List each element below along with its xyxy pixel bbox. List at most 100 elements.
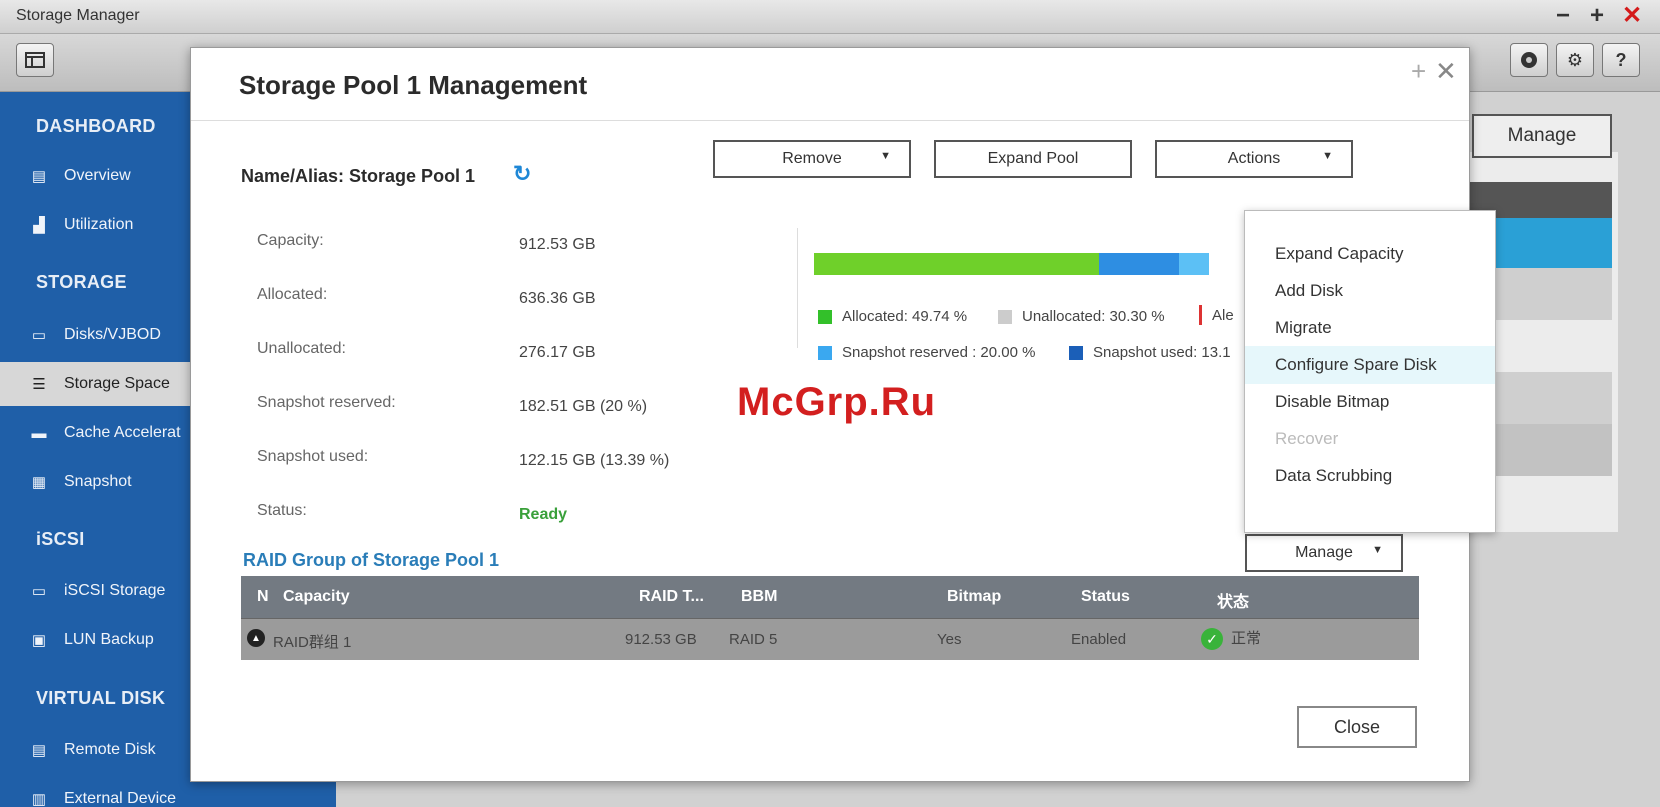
caret-down-icon: ▼ xyxy=(1322,150,1333,162)
caret-down-icon: ▼ xyxy=(880,150,891,162)
legend-swatch xyxy=(1199,305,1202,325)
column-header[interactable]: BBM xyxy=(741,588,777,606)
legend-snapshot-used: Snapshot used: 13.1 xyxy=(1069,344,1231,361)
sidebar-item-label: Cache Accelerat xyxy=(64,424,181,441)
legend-snapshot-reserved: Snapshot reserved : 20.00 % xyxy=(818,344,1035,361)
remote-disk-icon: ▤ xyxy=(31,742,47,759)
column-header[interactable]: RAID T... xyxy=(639,588,704,606)
dialog-maximize-button[interactable]: + xyxy=(1411,56,1426,87)
table-row[interactable]: ▲ RAID群组 1 912.53 GB RAID 5 Yes Enabled … xyxy=(241,618,1419,660)
snapshot-tool-button[interactable] xyxy=(1510,43,1548,77)
column-header[interactable]: N xyxy=(257,588,269,606)
usage-bar-snapshot-reserved xyxy=(1179,253,1209,275)
check-icon: ✓ xyxy=(1201,628,1223,651)
expand-pool-button[interactable]: Expand Pool xyxy=(934,140,1132,178)
info-label: Allocated: xyxy=(257,286,328,303)
legend-label: Unallocated: 30.30 % xyxy=(1022,308,1165,325)
info-label: Snapshot reserved: xyxy=(257,394,396,411)
menu-item-configure-spare-disk[interactable]: Configure Spare Disk xyxy=(1245,346,1495,384)
menu-item-expand-capacity[interactable]: Expand Capacity xyxy=(1245,235,1495,273)
maximize-button[interactable]: + xyxy=(1590,4,1604,28)
disk-icon: ▭ xyxy=(31,327,47,344)
remove-button[interactable]: Remove ▼ xyxy=(713,140,911,178)
legend-label: Snapshot reserved : 20.00 % xyxy=(842,344,1036,361)
menu-item-data-scrubbing[interactable]: Data Scrubbing xyxy=(1245,457,1495,495)
column-header[interactable]: Status xyxy=(1081,588,1130,606)
refresh-icon[interactable]: ↻ xyxy=(513,163,535,185)
layout-icon xyxy=(25,52,45,68)
sidebar-item-label: Overview xyxy=(64,167,131,184)
dialog-separator xyxy=(191,120,1469,121)
dialog-close-icon[interactable]: ✕ xyxy=(1435,56,1457,87)
vertical-divider xyxy=(797,228,798,348)
raid-status: Enabled xyxy=(1071,631,1127,648)
close-window-button[interactable]: ✕ xyxy=(1622,4,1642,28)
column-header[interactable]: Bitmap xyxy=(947,588,1001,606)
sidebar-item-label: Disks/VJBOD xyxy=(64,326,161,343)
section-iscsi: iSCSI xyxy=(36,529,85,549)
column-header[interactable]: 状态 xyxy=(1217,588,1249,612)
raid-group-title: RAID Group of Storage Pool 1 xyxy=(243,550,500,570)
unallocated-value: 276.17 GB xyxy=(519,344,596,361)
sidebar-item-label: iSCSI Storage xyxy=(64,582,166,599)
manage-button-label: Manage xyxy=(1295,544,1353,561)
info-label: Status: xyxy=(257,502,307,519)
legend-unallocated: Unallocated: 30.30 % xyxy=(998,308,1165,325)
legend-swatch xyxy=(998,309,1012,324)
raid-bitmap: Yes xyxy=(937,631,962,648)
sidebar-toggle-button[interactable] xyxy=(16,43,54,77)
help-button[interactable]: ? xyxy=(1602,43,1640,77)
raid-group-table: N Capacity RAID T... BBM Bitmap Status 状… xyxy=(241,576,1419,660)
table-header: N Capacity RAID T... BBM Bitmap Status 状… xyxy=(241,576,1419,618)
settings-button[interactable]: ⚙ xyxy=(1556,43,1594,77)
dialog-title: Storage Pool 1 Management xyxy=(239,70,588,100)
background-manage-button[interactable]: Manage xyxy=(1472,114,1612,158)
legend-alert: Ale xyxy=(1199,305,1234,325)
section-virtual-disk: VIRTUAL DISK xyxy=(36,688,166,708)
raid-type: RAID 5 xyxy=(729,631,778,648)
snapshot-reserved-value: 182.51 GB (20 %) xyxy=(519,398,648,415)
raid-name: RAID群组 1 xyxy=(273,634,352,651)
menu-item-recover: Recover xyxy=(1275,429,1339,448)
usage-bar xyxy=(814,253,1209,275)
manage-button[interactable]: Manage ▼ xyxy=(1245,534,1403,572)
sidebar-item-label: Remote Disk xyxy=(64,741,156,758)
storage-space-icon: ☰ xyxy=(32,376,46,393)
camera-icon xyxy=(1521,52,1537,68)
remove-button-label: Remove xyxy=(782,150,842,167)
sidebar-item-label: Storage Space xyxy=(64,375,170,392)
legend-swatch xyxy=(818,345,832,360)
section-storage: STORAGE xyxy=(36,272,127,292)
lun-backup-icon: ▣ xyxy=(31,632,47,649)
legend-swatch xyxy=(818,309,832,324)
app-titlebar: Storage Manager − + ✕ xyxy=(0,0,1660,34)
minimize-button[interactable]: − xyxy=(1556,4,1570,28)
menu-item-migrate[interactable]: Migrate xyxy=(1245,309,1495,347)
expand-icon[interactable]: ▲ xyxy=(247,629,265,647)
usage-bar-snapshot-used xyxy=(1099,253,1179,275)
app-title: Storage Manager xyxy=(16,7,140,24)
sidebar-item-label: Snapshot xyxy=(64,473,132,490)
cache-icon: ▬ xyxy=(31,424,47,442)
sidebar-item-label: LUN Backup xyxy=(64,631,154,648)
snapshot-used-value: 122.15 GB (13.39 %) xyxy=(519,452,670,469)
actions-button[interactable]: Actions ▼ xyxy=(1155,140,1353,178)
column-header[interactable]: Capacity xyxy=(283,588,350,606)
info-label: Unallocated: xyxy=(257,340,346,357)
raid-capacity: 912.53 GB xyxy=(625,631,697,648)
raid-state: ✓ 正常 xyxy=(1201,627,1261,651)
iscsi-storage-icon: ▭ xyxy=(31,583,47,600)
close-button[interactable]: Close xyxy=(1297,706,1417,748)
utilization-icon: ▟ xyxy=(33,217,45,234)
gear-icon: ⚙ xyxy=(1566,49,1584,70)
legend-allocated: Allocated: 49.74 % xyxy=(818,308,967,325)
status-value: Ready xyxy=(519,506,568,523)
menu-item-disable-bitmap[interactable]: Disable Bitmap xyxy=(1245,383,1495,421)
legend-swatch xyxy=(1069,345,1083,360)
external-device-icon: ▥ xyxy=(31,791,47,807)
legend-label: Ale xyxy=(1212,306,1234,324)
legend-label: Snapshot used: 13.1 xyxy=(1093,344,1231,361)
help-icon: ? xyxy=(1615,49,1627,70)
capacity-value: 912.53 GB xyxy=(519,236,596,253)
menu-item-add-disk[interactable]: Add Disk xyxy=(1245,272,1495,310)
